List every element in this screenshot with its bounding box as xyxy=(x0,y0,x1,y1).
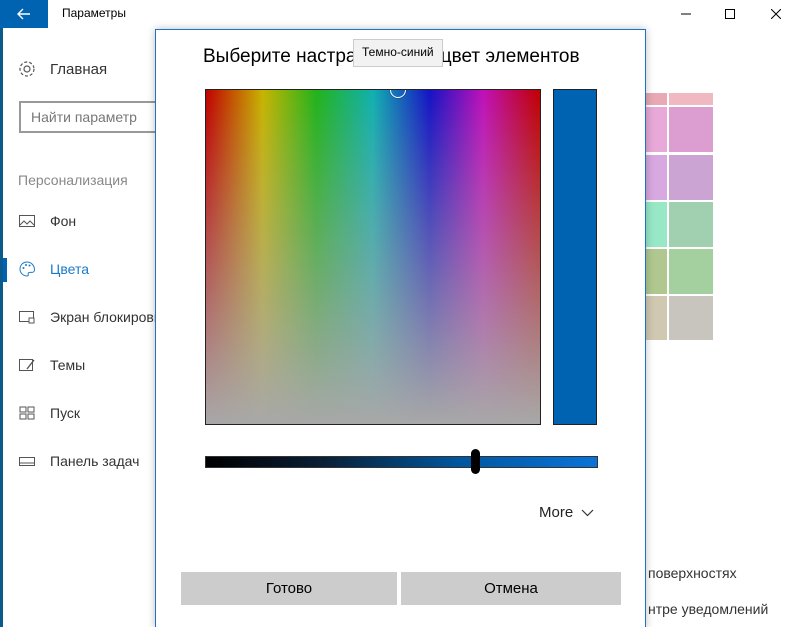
gear-icon xyxy=(19,61,35,77)
color-swatch[interactable] xyxy=(669,296,713,340)
done-button[interactable]: Готово xyxy=(181,572,397,605)
window-edge xyxy=(0,28,3,627)
custom-color-dialog: Выберите настраиваемый цвет элементов Те… xyxy=(155,29,646,627)
spectrum-saturation-layer xyxy=(206,90,540,424)
active-indicator xyxy=(3,258,7,282)
color-swatch[interactable] xyxy=(669,93,713,105)
close-icon xyxy=(771,9,781,19)
chevron-down-icon xyxy=(581,509,594,516)
search-input[interactable]: Найти параметр xyxy=(19,101,169,133)
brightness-slider[interactable] xyxy=(205,456,598,468)
color-swatch[interactable] xyxy=(669,155,713,200)
sidebar-item-colors[interactable]: Цвета xyxy=(18,260,89,278)
color-preview xyxy=(553,89,597,425)
palette-icon xyxy=(19,261,36,277)
maximize-button[interactable] xyxy=(707,0,753,28)
sidebar-item-taskbar[interactable]: Панель задач xyxy=(18,452,139,470)
color-swatch[interactable] xyxy=(669,202,713,247)
sidebar-item-label: Цвета xyxy=(50,261,89,277)
lock-screen-icon xyxy=(19,311,35,324)
sidebar-item-label: Фон xyxy=(50,213,77,229)
maximize-icon xyxy=(725,9,735,19)
picture-icon xyxy=(19,215,35,227)
close-button[interactable] xyxy=(753,0,799,28)
more-button[interactable]: More xyxy=(539,504,594,521)
minimize-icon xyxy=(681,13,691,15)
more-button-label: More xyxy=(539,504,574,521)
theme-brush-icon xyxy=(19,359,35,371)
sidebar-item-background[interactable]: Фон xyxy=(18,212,76,230)
sidebar-item-label: Панель задач xyxy=(50,453,140,469)
taskbar-icon xyxy=(19,457,35,466)
cancel-button[interactable]: Отмена xyxy=(401,572,621,605)
background-text-surfaces: поверхностях xyxy=(648,565,737,581)
sidebar-item-label: Пуск xyxy=(50,405,81,421)
sidebar-item-lock-screen[interactable]: Экран блокировки xyxy=(18,308,168,326)
background-text-notifications: нтре уведомлений xyxy=(648,601,769,617)
sidebar-item-label: Темы xyxy=(50,357,86,373)
back-button[interactable] xyxy=(0,0,48,28)
color-swatch[interactable] xyxy=(669,107,713,152)
sidebar-item-themes[interactable]: Темы xyxy=(18,356,85,374)
sidebar-home-label: Главная xyxy=(50,60,108,78)
minimize-button[interactable] xyxy=(663,0,709,28)
start-grid-icon xyxy=(19,406,35,420)
sidebar-item-start[interactable]: Пуск xyxy=(18,404,80,422)
color-spectrum[interactable] xyxy=(205,89,541,425)
brightness-slider-thumb[interactable] xyxy=(471,449,480,474)
section-title: Персонализация xyxy=(18,172,128,188)
color-name-tooltip: Темно-синий xyxy=(353,39,443,67)
sidebar-item-label: Экран блокировки xyxy=(50,309,168,325)
title-bar: Параметры xyxy=(0,0,801,28)
color-swatch[interactable] xyxy=(669,249,713,294)
app-title: Параметры xyxy=(62,6,126,20)
back-arrow-icon xyxy=(17,8,30,20)
sidebar-home[interactable]: Главная xyxy=(18,60,107,78)
